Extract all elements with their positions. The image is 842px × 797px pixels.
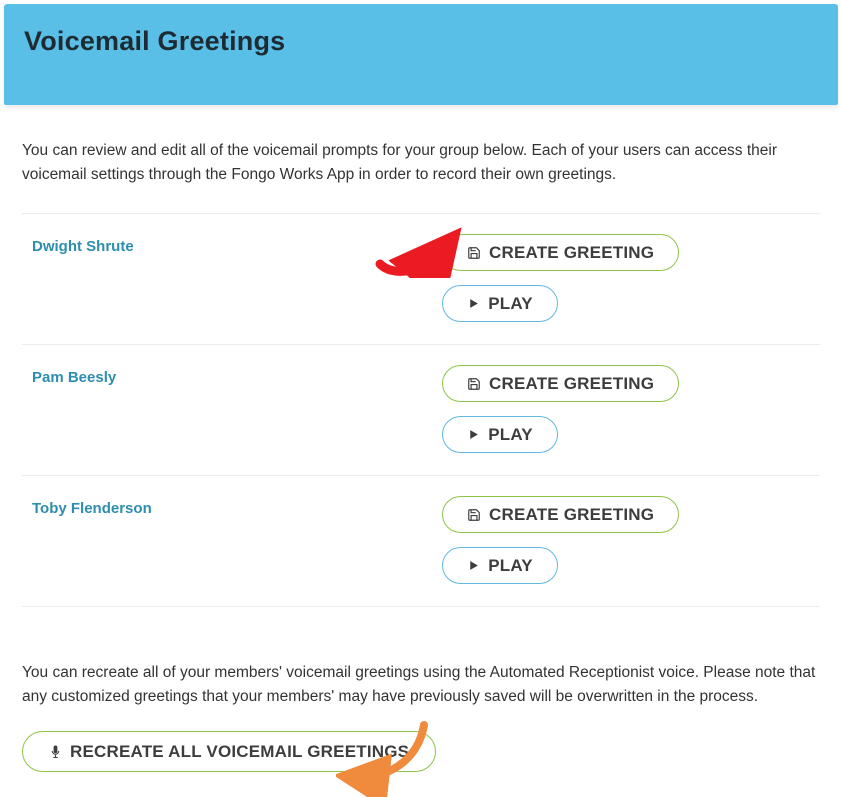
microphone-icon xyxy=(49,744,62,759)
user-name-cell: Pam Beesly xyxy=(22,365,442,453)
play-button[interactable]: PLAY xyxy=(442,547,558,584)
save-icon xyxy=(467,508,481,522)
save-icon xyxy=(467,246,481,260)
create-greeting-button[interactable]: CREATE GREETING xyxy=(442,234,679,271)
play-icon xyxy=(467,559,480,572)
button-label: CREATE GREETING xyxy=(489,244,654,261)
user-row: Dwight Shrute CREATE GREETING xyxy=(22,214,820,345)
page-header: Voicemail Greetings xyxy=(4,4,838,105)
button-label: PLAY xyxy=(488,557,533,574)
create-greeting-button[interactable]: CREATE GREETING xyxy=(442,496,679,533)
play-icon xyxy=(467,428,480,441)
user-name: Dwight Shrute xyxy=(32,238,134,255)
user-name: Pam Beesly xyxy=(32,369,116,386)
page-title: Voicemail Greetings xyxy=(24,26,818,57)
save-icon xyxy=(467,377,481,391)
play-button[interactable]: PLAY xyxy=(442,285,558,322)
footer-text: You can recreate all of your members' vo… xyxy=(22,661,820,709)
button-label: CREATE GREETING xyxy=(489,506,654,523)
user-list: Dwight Shrute CREATE GREETING xyxy=(22,213,820,607)
user-row: Toby Flenderson CREATE GREETING xyxy=(22,476,820,607)
play-button[interactable]: PLAY xyxy=(442,416,558,453)
user-actions: CREATE GREETING PLAY xyxy=(442,365,679,453)
user-row: Pam Beesly CREATE GREETING P xyxy=(22,345,820,476)
recreate-all-button[interactable]: RECREATE ALL VOICEMAIL GREETINGS xyxy=(22,731,436,772)
button-label: PLAY xyxy=(488,426,533,443)
button-label: CREATE GREETING xyxy=(489,375,654,392)
button-label: RECREATE ALL VOICEMAIL GREETINGS xyxy=(70,743,409,760)
user-actions: CREATE GREETING PLAY xyxy=(442,496,679,584)
user-name-cell: Toby Flenderson xyxy=(22,496,442,584)
create-greeting-button[interactable]: CREATE GREETING xyxy=(442,365,679,402)
intro-text: You can review and edit all of the voice… xyxy=(22,139,820,187)
user-name: Toby Flenderson xyxy=(32,500,152,517)
button-label: PLAY xyxy=(488,295,533,312)
user-actions: CREATE GREETING PLAY xyxy=(442,234,679,322)
play-icon xyxy=(467,297,480,310)
user-name-cell: Dwight Shrute xyxy=(22,234,442,322)
